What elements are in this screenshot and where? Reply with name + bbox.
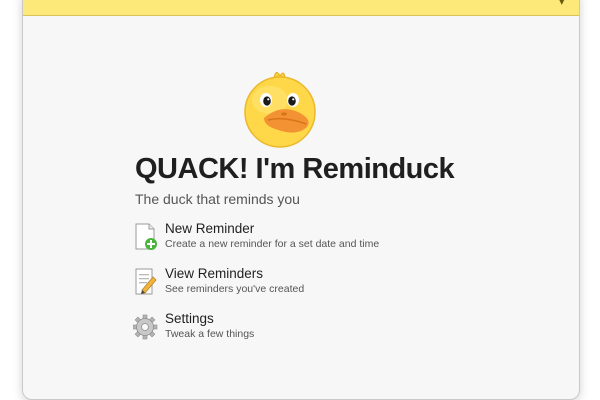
gear-icon — [132, 313, 159, 341]
new-reminder-description: Create a new reminder for a set date and… — [165, 238, 380, 250]
view-reminders-description: See reminders you've created — [165, 283, 305, 295]
view-reminders-label: View Reminders — [165, 266, 264, 281]
new-reminder-label: New Reminder — [165, 221, 255, 236]
header-bar: ▾ — [23, 0, 579, 16]
new-document-icon — [133, 223, 159, 251]
page-subtitle: The duck that reminds you — [135, 191, 300, 207]
new-reminder-button[interactable]: New Reminder Create a new reminder for a… — [133, 221, 453, 259]
settings-label: Settings — [165, 311, 214, 326]
duck-mascot-icon — [240, 70, 320, 150]
edit-document-icon — [133, 268, 159, 296]
settings-description: Tweak a few things — [165, 328, 255, 340]
view-reminders-button[interactable]: View Reminders See reminders you've crea… — [133, 266, 453, 304]
page-title: QUACK! I'm Reminduck — [135, 153, 455, 185]
chevron-down-icon[interactable]: ▾ — [559, 0, 569, 8]
settings-button[interactable]: Settings Tweak a few things — [132, 311, 453, 349]
